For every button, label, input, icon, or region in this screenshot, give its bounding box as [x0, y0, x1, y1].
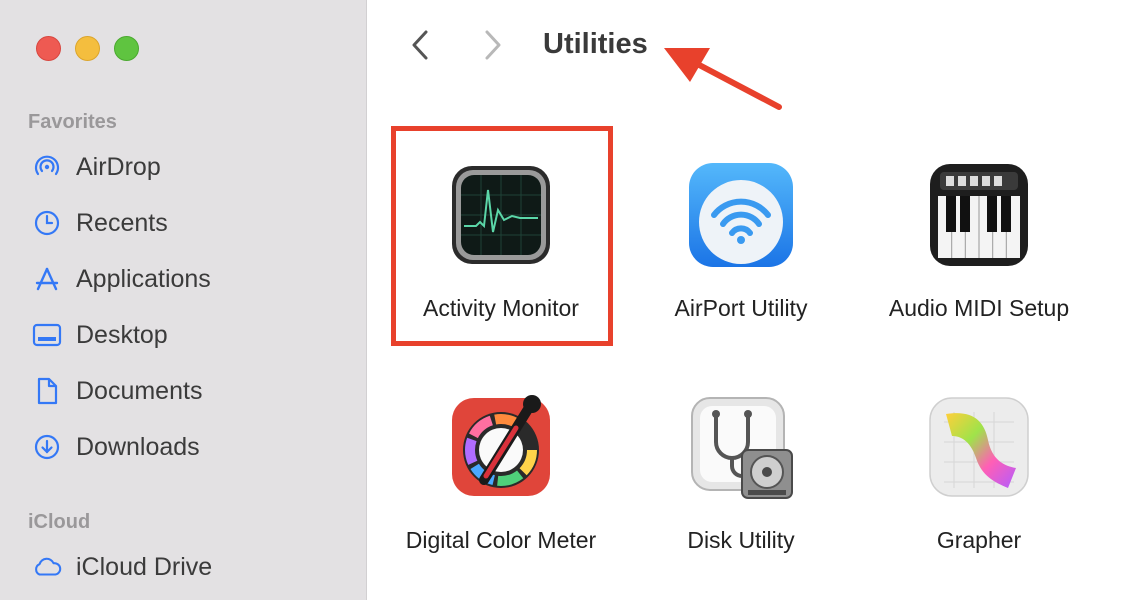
zoom-button[interactable] [114, 36, 139, 61]
airport-utility-icon [686, 160, 796, 270]
clock-icon [32, 208, 62, 238]
sidebar-item-label: Applications [76, 264, 211, 293]
app-item-audio-midi-setup[interactable]: Audio MIDI Setup [864, 160, 1094, 324]
sidebar-item-applications[interactable]: Applications [32, 259, 211, 299]
sidebar-item-downloads[interactable]: Downloads [32, 427, 200, 467]
disk-utility-icon [686, 392, 796, 502]
app-label: Audio MIDI Setup [888, 295, 1070, 321]
annotation-highlight-box [391, 126, 613, 346]
sidebar-item-desktop[interactable]: Desktop [32, 315, 168, 355]
sidebar-item-recents[interactable]: Recents [32, 203, 168, 243]
app-label: Grapher [936, 527, 1022, 553]
app-label: AirPort Utility [674, 295, 808, 321]
close-button[interactable] [36, 36, 61, 61]
sidebar-item-documents[interactable]: Documents [32, 371, 202, 411]
window-title: Utilities [543, 28, 648, 60]
airdrop-icon [32, 152, 62, 182]
chevron-right-icon[interactable] [482, 28, 504, 71]
favorites-heading: Favorites [28, 111, 117, 133]
applications-icon [32, 264, 62, 294]
sidebar-item-airdrop[interactable]: AirDrop [32, 147, 161, 187]
minimize-button[interactable] [75, 36, 100, 61]
app-item-airport-utility[interactable]: AirPort Utility [626, 160, 856, 324]
sidebar-item-label: Downloads [76, 432, 200, 461]
app-label: Disk Utility [687, 527, 795, 553]
download-icon [32, 432, 62, 462]
document-icon [32, 376, 62, 406]
app-item-digital-color-meter[interactable]: Digital Color Meter [386, 392, 616, 556]
sidebar-item-label: Desktop [76, 320, 168, 349]
main-content: Utilities Activity Monitor AirPort Utili… [367, 0, 1124, 600]
audio-midi-icon [924, 160, 1034, 270]
app-item-grapher[interactable]: Grapher [864, 392, 1094, 556]
app-item-disk-utility[interactable]: Disk Utility [626, 392, 856, 556]
window-controls [36, 36, 139, 61]
app-label: Digital Color Meter [405, 527, 597, 553]
annotation-arrow [664, 48, 782, 110]
chevron-left-icon[interactable] [409, 28, 431, 71]
sidebar-item-label: iCloud Drive [76, 552, 213, 581]
sidebar-item-label: AirDrop [76, 152, 161, 181]
cloud-icon [32, 552, 62, 582]
icloud-heading: iCloud [28, 511, 91, 533]
sidebar: Favorites AirDrop Recents Applications D… [0, 0, 367, 600]
sidebar-item-icloud-drive[interactable]: iCloud Drive [32, 547, 212, 587]
digital-color-meter-icon [446, 392, 556, 502]
grapher-icon [924, 392, 1034, 502]
desktop-icon [32, 320, 62, 350]
sidebar-item-label: Documents [76, 376, 203, 405]
sidebar-item-label: Recents [76, 208, 168, 237]
